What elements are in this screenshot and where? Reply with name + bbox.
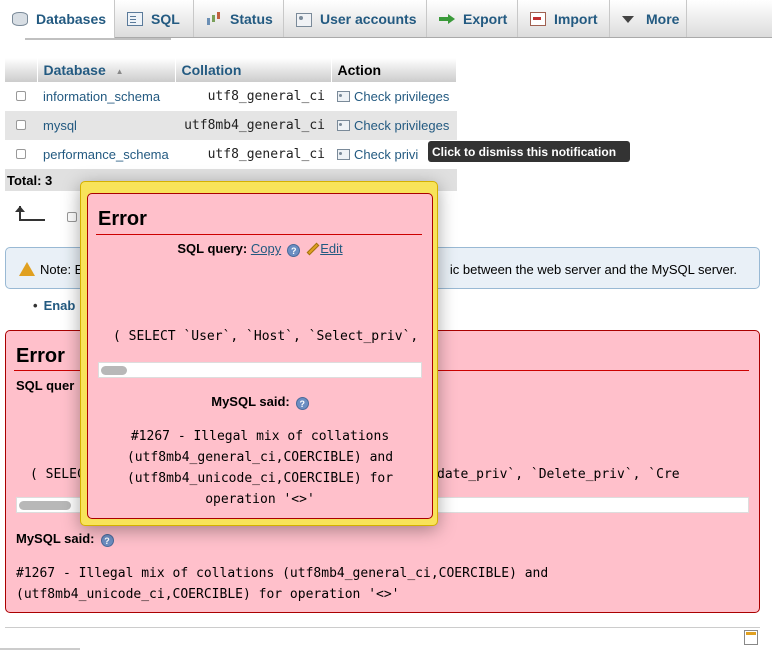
footer-divider	[5, 627, 760, 628]
table-header: Database ▲ Collation Action	[5, 58, 457, 82]
database-icon	[12, 12, 28, 26]
note-text-tail: ic between the web server and the MySQL …	[449, 262, 737, 277]
error-message-line: #1267 - Illegal mix of collations (utf8m…	[16, 566, 549, 581]
action-cell: Check privileges	[331, 82, 457, 111]
mysql-said-text: MySQL said:	[16, 531, 95, 546]
popup-message-line: (utf8mb4_unicode_ci,COERCIBLE) for	[126, 471, 394, 486]
popup-error-message: #1267 - Illegal mix of collations (utf8m…	[88, 426, 432, 510]
tab-label: Databases	[36, 11, 107, 27]
row-checkbox[interactable]	[16, 91, 26, 101]
error-message-line: (utf8mb4_unicode_ci,COERCIBLE) for opera…	[16, 587, 400, 602]
popup-query-scrollbar[interactable]	[98, 362, 422, 378]
tab-label: SQL	[151, 10, 180, 27]
action-cell: Check privileges	[331, 111, 457, 140]
enable-link[interactable]: Enab	[33, 298, 76, 313]
row-checkbox-cell	[5, 140, 37, 169]
popup-error-title: Error	[98, 208, 147, 230]
help-icon[interactable]: ?	[287, 244, 301, 257]
tab-sql[interactable]: SQL	[115, 0, 194, 37]
tab-label: Export	[463, 10, 508, 27]
help-icon[interactable]: ?	[100, 534, 114, 547]
popup-message-line: operation '<>'	[205, 492, 315, 507]
row-checkbox-cell	[5, 82, 37, 111]
privileges-icon	[337, 149, 350, 160]
header-database-label: Database	[43, 62, 106, 78]
popup-message-line: (utf8mb4_general_ci,COERCIBLE) and	[126, 450, 394, 465]
header-action: Action	[331, 58, 457, 82]
tab-import[interactable]: Import	[518, 0, 610, 37]
privileges-icon	[337, 120, 350, 131]
header-checkbox-col	[5, 58, 38, 82]
tab-databases[interactable]: Databases	[0, 0, 115, 38]
check-privileges-link[interactable]: Check privileges	[354, 118, 449, 133]
row-checkbox-cell	[5, 111, 37, 140]
edit-pencil-icon	[306, 242, 320, 256]
db-name-cell: performance_schema	[37, 140, 175, 169]
mysql-said-label: MySQL said:?	[16, 531, 114, 547]
status-icon	[206, 12, 222, 26]
popup-mysql-said-label: MySQL said:?	[88, 394, 432, 410]
db-name-cell: mysql	[37, 111, 175, 140]
collation-cell: utf8mb4_general_ci	[175, 111, 331, 140]
table-row: performance_schema utf8_general_ci Check…	[5, 140, 457, 169]
sql-query-label: SQL quer	[16, 378, 75, 393]
db-link[interactable]: performance_schema	[43, 147, 169, 162]
row-checkbox[interactable]	[16, 149, 26, 159]
table-row: information_schema utf8_general_ci Check…	[5, 82, 457, 111]
privileges-icon	[337, 91, 350, 102]
collation-cell: utf8_general_ci	[175, 82, 331, 111]
select-all-checkbox[interactable]	[67, 212, 77, 222]
tab-status[interactable]: Status	[194, 0, 284, 37]
header-database[interactable]: Database ▲	[37, 58, 176, 82]
row-checkbox[interactable]	[16, 120, 26, 130]
user-accounts-icon	[296, 12, 312, 27]
popup-error-box: Error SQL query: Copy? Edit ( SELECT `Use…	[87, 193, 433, 519]
tab-label: Import	[554, 10, 598, 27]
help-icon[interactable]: ?	[295, 397, 309, 410]
scrollbar-thumb[interactable]	[101, 366, 127, 375]
error-message: #1267 - Illegal mix of collations (utf8m…	[16, 563, 548, 605]
header-collation[interactable]: Collation	[175, 58, 332, 82]
scrollbar-thumb[interactable]	[19, 501, 71, 510]
popup-message-line: #1267 - Illegal mix of collations	[130, 429, 390, 444]
db-name-cell: information_schema	[37, 82, 175, 111]
popup-divider	[96, 234, 422, 235]
collation-cell: utf8_general_ci	[175, 140, 331, 169]
warning-icon	[19, 262, 35, 276]
tab-more[interactable]: More	[610, 0, 687, 37]
tab-export[interactable]: Export	[427, 0, 518, 37]
chevron-down-icon	[622, 12, 638, 26]
select-all-arrow-icon	[15, 206, 45, 222]
dismiss-tooltip: Click to dismiss this notification	[428, 141, 630, 162]
tab-label: User accounts	[320, 10, 417, 27]
check-privileges-link[interactable]: Check privileges	[354, 89, 449, 104]
database-table: Database ▲ Collation Action information_…	[5, 58, 457, 169]
sort-asc-icon: ▲	[115, 67, 124, 76]
edit-link[interactable]: Edit	[320, 241, 342, 256]
table-row: mysql utf8mb4_general_ci Check privilege…	[5, 111, 457, 140]
tab-user-accounts[interactable]: User accounts	[284, 0, 427, 37]
error-notification-popup[interactable]: Error SQL query: Copy? Edit ( SELECT `Use…	[80, 181, 438, 526]
tab-label: Status	[230, 10, 273, 27]
error-title: Error	[16, 345, 65, 367]
top-tabs: Databases SQL Status User accounts Expor…	[0, 0, 772, 38]
popup-mysql-said-text: MySQL said:	[211, 394, 290, 409]
tab-underline	[25, 38, 171, 40]
db-link[interactable]: mysql	[43, 118, 77, 133]
popup-sql-query-text: ( SELECT `User`, `Host`, `Select_priv`,	[113, 329, 419, 344]
popup-sql-query-label: SQL query:	[177, 241, 248, 256]
tab-label: More	[646, 10, 680, 27]
sql-icon	[127, 11, 143, 26]
db-link[interactable]: information_schema	[43, 89, 160, 104]
popup-sql-query-row: SQL query: Copy? Edit	[88, 241, 432, 257]
import-icon	[530, 11, 546, 26]
note-text-lead: Note: E	[40, 262, 84, 277]
export-icon	[439, 12, 455, 26]
console-icon[interactable]	[744, 630, 758, 645]
check-privileges-link[interactable]: Check privi	[354, 147, 418, 162]
copy-link[interactable]: Copy	[251, 241, 281, 256]
